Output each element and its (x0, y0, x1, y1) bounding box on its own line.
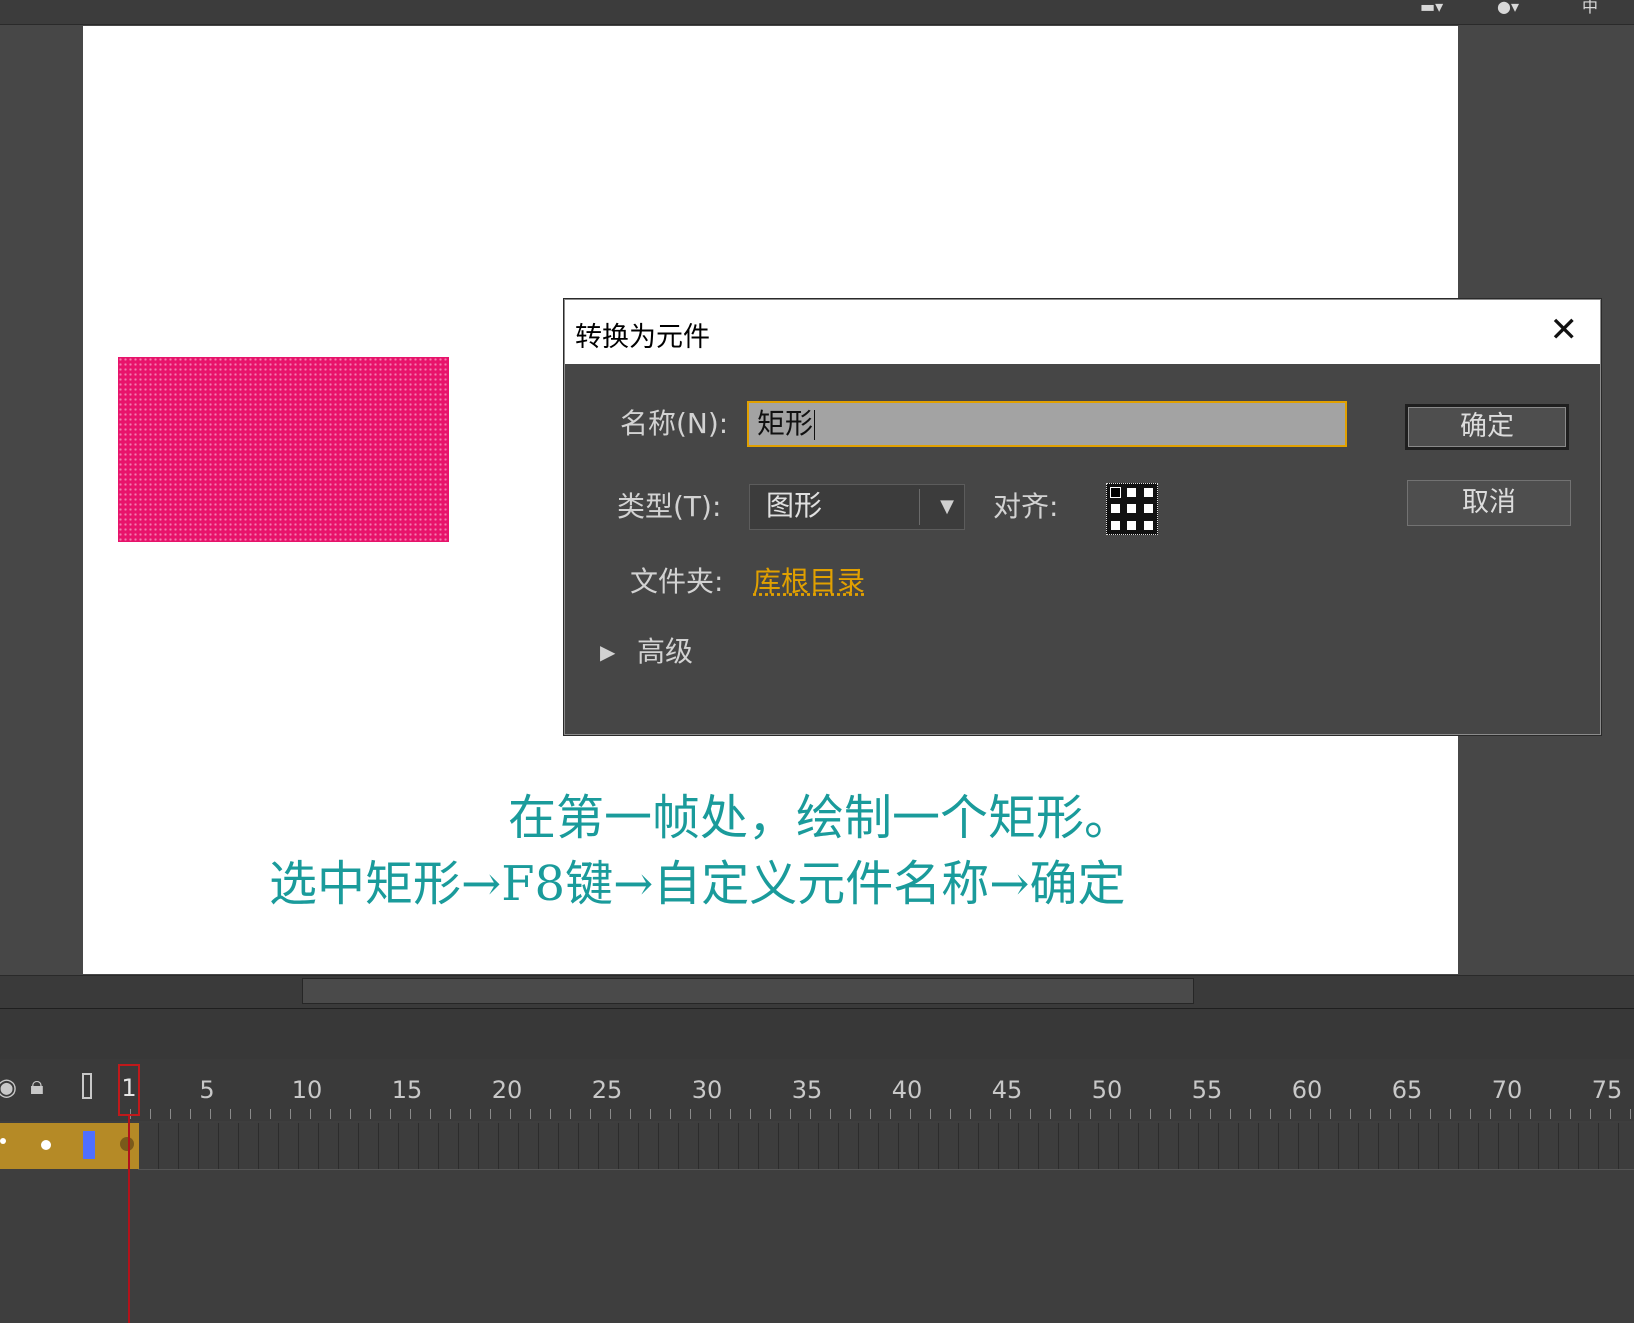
registration-point[interactable] (1140, 501, 1157, 518)
visibility-dot-icon[interactable] (0, 1138, 6, 1144)
registration-point[interactable] (1107, 517, 1124, 534)
dialog-title: 转换为元件 (575, 322, 710, 353)
outline-icon[interactable] (82, 1073, 92, 1099)
registration-point[interactable] (1140, 517, 1157, 534)
type-select[interactable]: 图形 ▼ (749, 484, 965, 530)
type-value: 图形 (766, 489, 823, 522)
playhead-line (128, 1116, 130, 1323)
registration-point[interactable] (1107, 501, 1124, 518)
chevron-down-icon[interactable]: ▼ (940, 485, 954, 529)
align-label: 对齐: (993, 490, 1059, 523)
name-value: 矩形 (757, 407, 814, 440)
type-label: 类型(T): (617, 490, 722, 523)
ruler-label: 35 (791, 1076, 823, 1104)
layer-row[interactable] (0, 1123, 1634, 1170)
keyframe-icon[interactable] (120, 1137, 134, 1151)
ruler-label: 60 (1291, 1076, 1323, 1104)
folder-link[interactable]: 库根目录 (753, 564, 865, 600)
top-toolbar: ▬▾ ●▾ 中 (0, 0, 1634, 25)
playhead[interactable]: 1 (118, 1064, 140, 1116)
layer-color-swatch[interactable] (83, 1131, 95, 1159)
lock-icon[interactable]: 🔒︎ (30, 1071, 44, 1102)
layer-icon[interactable]: ▬▾ (1420, 0, 1443, 15)
text-caret (814, 410, 816, 440)
stage-scrollbar[interactable] (0, 975, 1634, 1008)
ruler-label: 15 (391, 1076, 423, 1104)
ruler-label: 75 (1591, 1076, 1623, 1104)
ruler-label: 40 (891, 1076, 923, 1104)
dialog-titlebar[interactable]: 转换为元件 ✕ (565, 300, 1600, 364)
registration-point[interactable] (1124, 517, 1141, 534)
ruler-label: 25 (591, 1076, 623, 1104)
ok-button[interactable]: 确定 (1405, 404, 1569, 450)
expand-arrow-icon[interactable]: ▶ (600, 634, 615, 670)
ruler-label: 45 (991, 1076, 1023, 1104)
ruler-label: 20 (491, 1076, 523, 1104)
center-icon[interactable]: 中 (1582, 0, 1598, 15)
convert-to-symbol-dialog: 转换为元件 ✕ 名称(N): 矩形 类型(T): 图形 ▼ 对齐: 文件夹: 库… (564, 299, 1601, 735)
ruler-label: 55 (1191, 1076, 1223, 1104)
select-divider (919, 489, 920, 525)
ruler-label: 30 (691, 1076, 723, 1104)
registration-point[interactable] (1107, 484, 1124, 501)
folder-label: 文件夹: (630, 565, 724, 598)
ruler-label: 5 (199, 1076, 215, 1104)
ruler-ticks (130, 1109, 1634, 1119)
frame-ruler[interactable]: ◉ 🔒︎ 5 10 15 20 25 30 35 40 45 50 55 60 65 70 75 1 (0, 1059, 1634, 1121)
name-input[interactable]: 矩形 (747, 401, 1347, 447)
registration-point[interactable] (1140, 484, 1157, 501)
ruler-label: 65 (1391, 1076, 1423, 1104)
advanced-toggle[interactable]: 高级 (637, 634, 693, 670)
ruler-label: 50 (1091, 1076, 1123, 1104)
caption-line-1: 在第一帧处，绘制一个矩形。 (508, 790, 1133, 846)
scrollbar-thumb[interactable] (302, 978, 1194, 1004)
registration-point[interactable] (1124, 484, 1141, 501)
panel-divider (0, 1008, 1634, 1060)
caption-line-2: 选中矩形→F8键→自定义元件名称→确定 (269, 856, 1126, 912)
ruler-label: 70 (1491, 1076, 1523, 1104)
lock-dot-icon[interactable] (41, 1140, 51, 1150)
registration-grid[interactable] (1106, 483, 1158, 535)
close-icon[interactable]: ✕ (1550, 310, 1579, 350)
layer-header[interactable] (0, 1123, 128, 1169)
cancel-button[interactable]: 取消 (1407, 480, 1571, 526)
eye-icon[interactable]: ◉ (0, 1073, 17, 1101)
ruler-label: 10 (291, 1076, 323, 1104)
timeline-panel: ◉ 🔒︎ 5 10 15 20 25 30 35 40 45 50 55 60 65 70 75 1 (0, 1059, 1634, 1323)
frame-cells[interactable] (138, 1123, 1634, 1170)
rectangle-shape[interactable] (118, 357, 449, 542)
camera-icon[interactable]: ●▾ (1497, 0, 1519, 15)
name-label: 名称(N): (620, 407, 729, 440)
registration-point[interactable] (1124, 501, 1141, 518)
